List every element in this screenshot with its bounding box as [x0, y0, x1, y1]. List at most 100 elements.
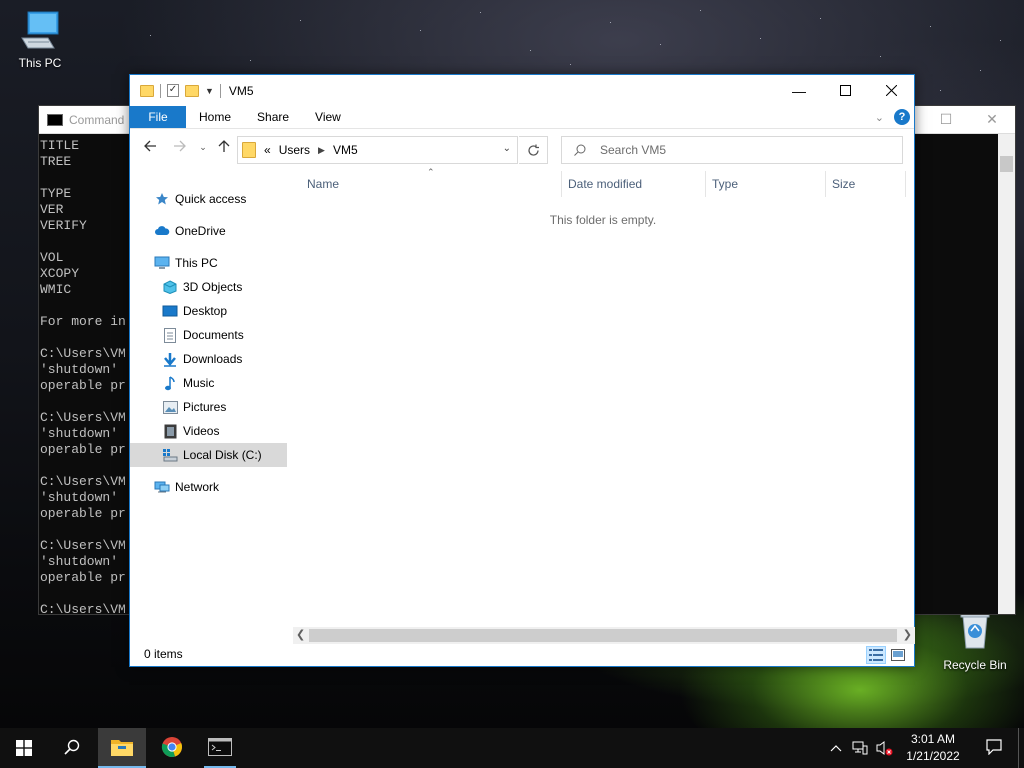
- sidebar-item-onedrive[interactable]: OneDrive: [154, 219, 226, 243]
- tab-share[interactable]: Share: [244, 106, 302, 128]
- scroll-left-arrow-icon[interactable]: ❮: [296, 628, 305, 641]
- cmd-scrollbar[interactable]: [998, 134, 1015, 614]
- action-center-button[interactable]: [970, 728, 1018, 768]
- up-button[interactable]: [212, 139, 236, 157]
- cmd-app-icon: [47, 113, 63, 126]
- sidebar-item-label: 3D Objects: [183, 280, 243, 294]
- sidebar-item-label: Pictures: [183, 400, 227, 414]
- sort-ascending-icon: ⌃: [427, 167, 435, 177]
- details-view-icon[interactable]: [866, 646, 886, 664]
- breadcrumb-vm5[interactable]: VM5: [333, 143, 358, 157]
- system-tray: 3:01 AM 1/21/2022: [824, 728, 1024, 768]
- sidebar-item-pictures[interactable]: Pictures: [162, 395, 226, 419]
- navigation-pane: Quick access OneDrive This PC 3D Objects…: [130, 171, 293, 641]
- sidebar-item-3d-objects[interactable]: 3D Objects: [162, 275, 242, 299]
- clock-time: 3:01 AM: [910, 732, 956, 746]
- sidebar-item-this-pc[interactable]: This PC: [154, 251, 218, 275]
- sidebar-item-label: Quick access: [175, 192, 247, 206]
- maximize-button[interactable]: [822, 75, 868, 106]
- cmd-scrollbar-thumb[interactable]: [1000, 156, 1013, 172]
- help-icon[interactable]: ?: [894, 109, 910, 125]
- column-header-date-modified[interactable]: Date modified: [568, 177, 642, 191]
- desktop-icon-this-pc[interactable]: This PC: [0, 8, 80, 70]
- tab-view[interactable]: View: [302, 106, 354, 128]
- show-desktop-button[interactable]: [1018, 728, 1024, 768]
- explorer-titlebar[interactable]: ✓ ▼ VM5 —: [130, 75, 914, 106]
- address-bar[interactable]: « Users ▶ VM5 ⌄: [237, 136, 518, 164]
- desktop-icon: [162, 303, 178, 319]
- sidebar-item-documents[interactable]: Documents: [162, 323, 244, 347]
- folder-icon: [140, 84, 154, 97]
- back-button[interactable]: [138, 139, 162, 157]
- sidebar-item-network[interactable]: Network: [154, 475, 219, 499]
- volume-muted-icon[interactable]: [872, 728, 896, 768]
- tab-file[interactable]: File: [130, 106, 186, 128]
- desktop-icon-recycle-bin[interactable]: Recycle Bin: [935, 610, 1015, 672]
- start-button[interactable]: [0, 728, 48, 768]
- hard-drive-icon: [162, 447, 178, 463]
- quick-access-toolbar: ✓ ▼: [140, 83, 221, 98]
- taskbar-file-explorer[interactable]: [98, 728, 146, 768]
- sidebar-item-label: Documents: [183, 328, 244, 342]
- network-status-icon[interactable]: [848, 728, 872, 768]
- divider[interactable]: [905, 171, 906, 197]
- column-header-name[interactable]: Name: [307, 177, 339, 191]
- column-header-size[interactable]: Size: [832, 177, 855, 191]
- sidebar-item-videos[interactable]: Videos: [162, 419, 219, 443]
- expand-ribbon-chevron-icon[interactable]: ⌄: [875, 111, 884, 124]
- cmd-close-button[interactable]: ✕: [969, 111, 1015, 128]
- search-button[interactable]: [48, 728, 96, 768]
- search-input[interactable]: [600, 143, 880, 157]
- breadcrumb-overflow[interactable]: «: [264, 143, 271, 157]
- breadcrumb-users[interactable]: Users: [279, 143, 310, 157]
- show-hidden-icons-chevron-icon[interactable]: [824, 728, 848, 768]
- column-header-type[interactable]: Type: [712, 177, 738, 191]
- recent-locations-dropdown[interactable]: ⌄: [196, 142, 210, 153]
- computer-icon: [154, 255, 170, 271]
- properties-check-icon[interactable]: ✓: [167, 84, 179, 97]
- scrollbar-thumb[interactable]: [309, 629, 897, 642]
- forward-button[interactable]: [168, 139, 192, 157]
- address-dropdown-icon[interactable]: ⌄: [503, 143, 511, 154]
- minimize-button[interactable]: —: [776, 75, 822, 106]
- file-list-pane[interactable]: ⌃ Name Date modified Type Size This fold…: [293, 167, 915, 641]
- sidebar-item-label: OneDrive: [175, 224, 226, 238]
- search-icon: [574, 144, 586, 156]
- status-bar: 0 items: [130, 642, 914, 666]
- sidebar-item-music[interactable]: Music: [162, 371, 214, 395]
- cmd-maximize-button[interactable]: ☐: [923, 111, 969, 128]
- cloud-icon: [154, 223, 170, 239]
- refresh-button[interactable]: [519, 136, 548, 164]
- file-explorer-icon: [110, 737, 134, 760]
- customize-toolbar-dropdown-icon[interactable]: ▼: [205, 86, 214, 96]
- close-button[interactable]: [868, 75, 914, 106]
- file-explorer-window[interactable]: ✓ ▼ VM5 — File Home Share View ⌄ ? ⌄ « U…: [129, 74, 915, 667]
- search-box[interactable]: [561, 136, 903, 164]
- computer-icon: [18, 8, 62, 52]
- breadcrumb-separator-icon[interactable]: ▶: [318, 145, 325, 156]
- divider[interactable]: [561, 171, 562, 197]
- taskbar-chrome[interactable]: [148, 728, 196, 768]
- explorer-window-title: VM5: [228, 83, 254, 98]
- sidebar-item-downloads[interactable]: Downloads: [162, 347, 242, 371]
- scroll-right-arrow-icon[interactable]: ❯: [903, 628, 912, 641]
- taskbar: 3:01 AM 1/21/2022: [0, 728, 1024, 768]
- large-icons-view-icon[interactable]: [888, 646, 908, 664]
- new-folder-icon[interactable]: [185, 84, 199, 97]
- sidebar-item-local-disk[interactable]: Local Disk (C:): [130, 443, 287, 467]
- clock-date: 1/21/2022: [906, 749, 960, 763]
- column-headers: ⌃ Name Date modified Type Size: [293, 167, 913, 197]
- music-note-icon: [162, 375, 178, 391]
- command-prompt-icon: [208, 737, 232, 759]
- document-icon: [162, 327, 178, 343]
- taskbar-clock[interactable]: 3:01 AM 1/21/2022: [896, 731, 970, 765]
- taskbar-command-prompt[interactable]: [196, 728, 244, 768]
- divider[interactable]: [825, 171, 826, 197]
- desktop-icon-label: Recycle Bin: [943, 658, 1007, 672]
- sidebar-item-quick-access[interactable]: Quick access: [154, 187, 246, 211]
- folder-icon: [242, 142, 256, 158]
- navigation-bar: ⌄ « Users ▶ VM5 ⌄: [130, 129, 914, 169]
- divider[interactable]: [705, 171, 706, 197]
- tab-home[interactable]: Home: [186, 106, 244, 128]
- sidebar-item-desktop[interactable]: Desktop: [162, 299, 227, 323]
